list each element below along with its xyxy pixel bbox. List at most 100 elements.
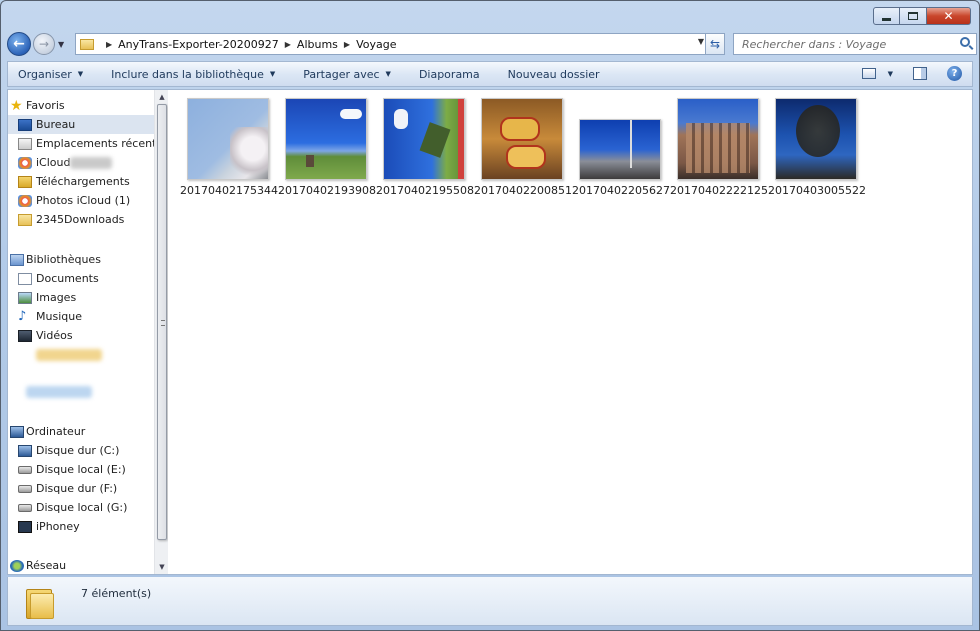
sidebar-item-2345downloads[interactable]: 2345Downloads bbox=[8, 210, 154, 229]
computer-group: Ordinateur Disque dur (C:) Disque local … bbox=[8, 422, 154, 536]
libraries-group: Bibliothèques Documents Images ♪ Musique… bbox=[8, 250, 154, 364]
sidebar-item-drive-f[interactable]: Disque dur (F:) bbox=[8, 479, 154, 498]
chevron-down-icon: ▼ bbox=[385, 70, 391, 78]
folder-icon bbox=[18, 213, 32, 226]
redacted-item bbox=[26, 386, 92, 398]
image-thumbnail bbox=[187, 98, 269, 180]
image-thumbnail bbox=[579, 119, 661, 180]
sidebar-item-bureau[interactable]: Bureau bbox=[8, 115, 154, 134]
forward-button[interactable]: → bbox=[33, 33, 55, 55]
arrow-right-icon: → bbox=[38, 37, 50, 51]
sidebar-item-label: Documents bbox=[36, 272, 99, 285]
sidebar-item-recent[interactable]: Emplacements récents bbox=[8, 134, 162, 153]
sidebar-item-label: iCloud bbox=[36, 156, 71, 169]
sidebar-item-label: Disque local (E:) bbox=[36, 463, 126, 476]
computer-header[interactable]: Ordinateur bbox=[8, 422, 154, 441]
search-icon[interactable] bbox=[960, 37, 970, 47]
sidebar-item-iphoney[interactable]: iPhoney bbox=[8, 517, 154, 536]
network-header[interactable]: Réseau bbox=[8, 556, 154, 574]
network-label: Réseau bbox=[26, 559, 67, 572]
sidebar-item-label: Emplacements récents bbox=[36, 137, 163, 150]
file-item[interactable]: 20170402200851 bbox=[474, 98, 572, 197]
scroll-down-icon[interactable]: ▼ bbox=[155, 560, 168, 574]
refresh-button[interactable]: ⇆ bbox=[705, 33, 725, 55]
file-item[interactable]: 20170402175344 bbox=[180, 98, 278, 197]
favorites-group: ★ Favoris Bureau Emplacements récents iC… bbox=[8, 96, 162, 229]
organize-label: Organiser bbox=[18, 67, 72, 81]
main-area: ★ Favoris Bureau Emplacements récents iC… bbox=[7, 89, 973, 575]
sidebar-item-redacted[interactable] bbox=[8, 345, 154, 364]
include-library-menu[interactable]: Inclure dans la bibliothèque ▼ bbox=[111, 68, 275, 81]
computer-label: Ordinateur bbox=[26, 425, 86, 438]
chevron-down-icon[interactable]: ▼ bbox=[888, 70, 893, 78]
drive-icon bbox=[18, 465, 32, 474]
sidebar-item-label: Disque dur (C:) bbox=[36, 444, 120, 457]
sidebar-item-label: Images bbox=[36, 291, 77, 304]
folder-icon bbox=[80, 38, 94, 50]
sidebar-item-label: Disque dur (F:) bbox=[36, 482, 118, 495]
file-item[interactable]: 20170402195508 bbox=[376, 98, 474, 197]
navigation-scrollbar[interactable]: ▲ ▼ bbox=[154, 90, 168, 574]
file-item[interactable]: 20170403005522 bbox=[768, 98, 866, 197]
file-name: 20170402222125 bbox=[670, 184, 768, 197]
sidebar-item-drive-g[interactable]: Disque local (G:) bbox=[8, 498, 154, 517]
sidebar-item-redacted-head[interactable] bbox=[8, 382, 154, 401]
command-bar: Organiser ▼ Inclure dans la bibliothèque ▼… bbox=[7, 61, 973, 87]
chevron-right-icon[interactable]: ▶ bbox=[344, 40, 350, 49]
libraries-header[interactable]: Bibliothèques bbox=[8, 250, 154, 269]
slideshow-label: Diaporama bbox=[418, 67, 480, 81]
scrollbar-thumb[interactable] bbox=[157, 104, 167, 540]
drive-icon bbox=[18, 503, 32, 512]
file-name: 20170402193908 bbox=[278, 184, 376, 197]
view-options-icon[interactable] bbox=[861, 68, 876, 79]
chevron-down-icon[interactable]: ▼ bbox=[698, 37, 704, 46]
chevron-right-icon[interactable]: ▶ bbox=[106, 40, 112, 49]
back-button[interactable]: ← bbox=[7, 32, 31, 56]
recent-places-icon bbox=[18, 137, 32, 150]
close-button[interactable]: ✕ bbox=[927, 7, 971, 25]
sidebar-item-videos[interactable]: Vidéos bbox=[8, 326, 154, 345]
preview-pane-icon[interactable] bbox=[913, 67, 927, 80]
slideshow-button[interactable]: Diaporama bbox=[419, 68, 480, 81]
sidebar-item-label: Disque local (G:) bbox=[36, 501, 128, 514]
phone-icon bbox=[18, 520, 32, 533]
favorites-header[interactable]: ★ Favoris bbox=[8, 96, 154, 115]
sidebar-item-music[interactable]: ♪ Musique bbox=[8, 307, 154, 326]
address-row: ← → ▼ ▶ AnyTrans-Exporter-20200927 ▶ Alb… bbox=[7, 32, 977, 56]
navigation-pane: ★ Favoris Bureau Emplacements récents iC… bbox=[8, 90, 168, 574]
search-input[interactable]: Rechercher dans : Voyage bbox=[733, 33, 977, 55]
file-item[interactable]: 20170402205627 bbox=[572, 119, 670, 197]
help-icon[interactable]: ? bbox=[947, 66, 962, 81]
organize-menu[interactable]: Organiser ▼ bbox=[18, 68, 83, 81]
scroll-up-icon[interactable]: ▲ bbox=[155, 90, 168, 104]
documents-icon bbox=[18, 272, 32, 285]
sidebar-item-images[interactable]: Images bbox=[8, 288, 154, 307]
sidebar-item-downloads[interactable]: Téléchargements bbox=[8, 172, 154, 191]
network-icon bbox=[10, 559, 24, 572]
sidebar-item-label: iPhoney bbox=[36, 520, 80, 533]
grip-icon bbox=[161, 320, 165, 326]
breadcrumb-item[interactable]: AnyTrans-Exporter-20200927 bbox=[118, 38, 279, 51]
share-menu[interactable]: Partager avec ▼ bbox=[303, 68, 391, 81]
new-folder-button[interactable]: Nouveau dossier bbox=[508, 68, 600, 81]
file-item[interactable]: 20170402222125 bbox=[670, 98, 768, 197]
maximize-button[interactable] bbox=[900, 7, 927, 25]
sidebar-item-documents[interactable]: Documents bbox=[8, 269, 154, 288]
breadcrumb-item[interactable]: Voyage bbox=[356, 38, 396, 51]
file-name: 20170403005522 bbox=[768, 184, 866, 197]
breadcrumb-item[interactable]: Albums bbox=[297, 38, 338, 51]
address-bar[interactable]: ▶ AnyTrans-Exporter-20200927 ▶ Albums ▶ … bbox=[75, 33, 725, 55]
sidebar-item-icloud[interactable]: iCloud bbox=[8, 153, 154, 172]
sidebar-item-icloud-photos[interactable]: Photos iCloud (1) bbox=[8, 191, 154, 210]
chevron-right-icon[interactable]: ▶ bbox=[285, 40, 291, 49]
minimize-button[interactable] bbox=[873, 7, 900, 25]
image-thumbnail bbox=[383, 98, 465, 180]
network-group: Réseau bbox=[8, 556, 154, 574]
sidebar-item-drive-e[interactable]: Disque local (E:) bbox=[8, 460, 154, 479]
image-thumbnail bbox=[775, 98, 857, 180]
sidebar-item-drive-c[interactable]: Disque dur (C:) bbox=[8, 441, 154, 460]
chevron-down-icon: ▼ bbox=[77, 70, 84, 78]
explorer-window: ✕ ← → ▼ ▶ AnyTrans-Exporter-20200927 ▶ A… bbox=[0, 0, 980, 631]
file-item[interactable]: 20170402193908 bbox=[278, 98, 376, 197]
history-dropdown-icon[interactable]: ▼ bbox=[58, 40, 64, 49]
